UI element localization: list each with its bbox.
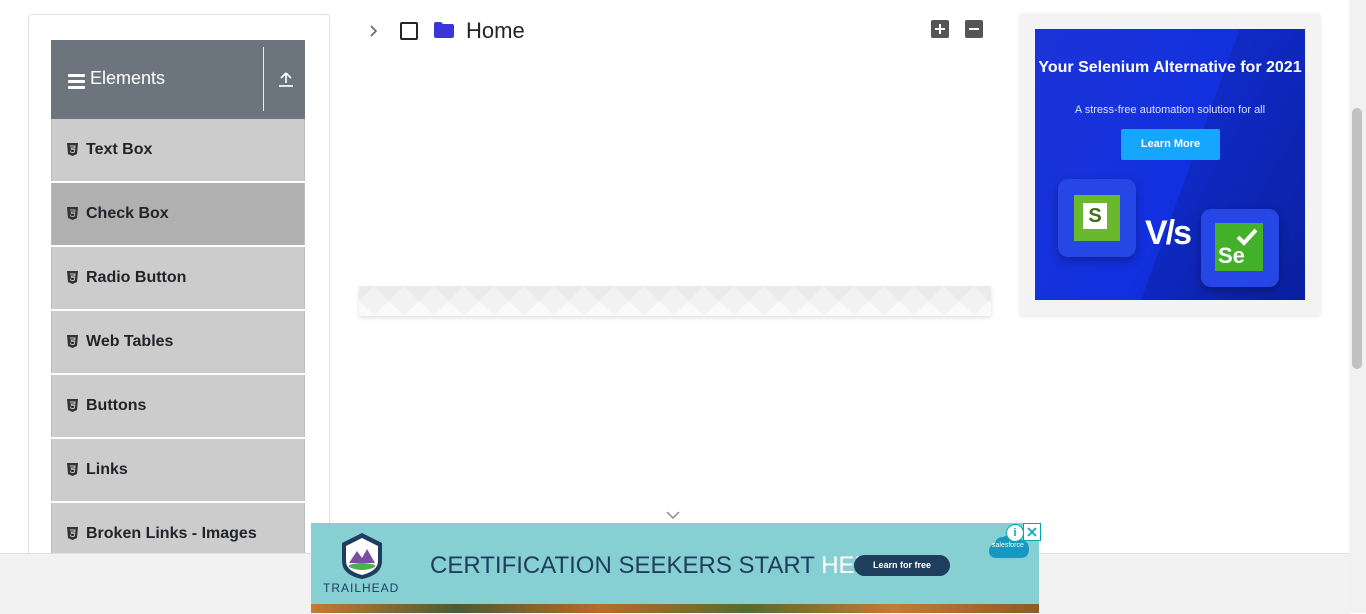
bottom-ad-headline: CERTIFICATION SEEKERS START HERE. [430, 552, 895, 579]
menu-icon [68, 74, 85, 92]
logo-letter: S [1083, 203, 1107, 229]
sidebar-item-text-box[interactable]: Text Box [51, 119, 305, 181]
left-panel: Elements Text Box Check Box Radio Button… [28, 14, 330, 576]
elements-group-header[interactable]: Elements [51, 40, 305, 119]
html5-icon [67, 463, 78, 476]
selenium-logo-icon: Se [1201, 209, 1279, 287]
html5-icon [67, 399, 78, 412]
learn-for-free-button[interactable]: Learn for free [854, 555, 950, 576]
ad-headline: Your Selenium Alternative for 2021 [1038, 59, 1302, 76]
chevron-down-icon[interactable] [665, 509, 681, 521]
sidebar-item-label: Broken Links - Images [86, 525, 257, 542]
ad-info-icon[interactable]: i [1006, 524, 1024, 542]
elements-menu: Text Box Check Box Radio Button Web Tabl… [51, 119, 305, 567]
folder-icon [434, 22, 454, 38]
header-divider [263, 47, 264, 111]
sidebar-item-label: Web Tables [86, 333, 174, 350]
sidebar-item-label: Check Box [86, 205, 169, 222]
sidebar-item-label: Radio Button [86, 269, 187, 286]
versus-text: V/s [1145, 214, 1192, 252]
chevron-right-icon[interactable] [367, 23, 379, 39]
home-checkbox[interactable] [400, 22, 418, 40]
trailhead-wordmark: TRAILHEAD [323, 581, 400, 595]
minus-square-icon [969, 28, 979, 30]
ad-learn-more-button[interactable]: Learn More [1121, 129, 1220, 160]
group-title: Elements [90, 68, 166, 88]
ad-illustration [311, 604, 1039, 613]
sidebar-item-buttons[interactable]: Buttons [51, 375, 305, 437]
sidebar-item-web-tables[interactable]: Web Tables [51, 311, 305, 373]
expand-all-button[interactable] [931, 20, 949, 38]
bottom-advertisement[interactable]: TRAILHEAD CERTIFICATION SEEKERS START HE… [311, 523, 1039, 613]
html5-icon [67, 335, 78, 348]
salesforce-wordmark: salesforce [992, 542, 1024, 549]
tree-node-label[interactable]: Home [466, 18, 525, 44]
ad-placeholder-band [359, 286, 991, 316]
html5-icon [67, 271, 78, 284]
trailhead-logo-icon [342, 533, 382, 579]
sidebar-item-label: Text Box [86, 141, 153, 158]
sidebar-item-label: Buttons [86, 397, 147, 414]
html5-icon [67, 207, 78, 220]
scrollbar-thumb[interactable] [1352, 108, 1362, 369]
close-ad-icon[interactable] [1023, 523, 1041, 541]
testsigma-logo-icon: S [1058, 179, 1136, 257]
collapse-up-icon[interactable] [277, 70, 295, 88]
html5-icon [67, 527, 78, 540]
ad-subtext: A stress-free automation solution for al… [1074, 104, 1266, 116]
sidebar-item-check-box[interactable]: Check Box [51, 183, 305, 245]
right-advertisement[interactable]: Your Selenium Alternative for 2021 A str… [1035, 29, 1305, 300]
collapse-all-button[interactable] [965, 20, 983, 38]
html5-icon [67, 143, 78, 156]
logo-letters: Se [1218, 243, 1245, 268]
sidebar-item-radio-button[interactable]: Radio Button [51, 247, 305, 309]
sidebar-item-label: Links [86, 461, 128, 478]
sidebar-item-links[interactable]: Links [51, 439, 305, 501]
